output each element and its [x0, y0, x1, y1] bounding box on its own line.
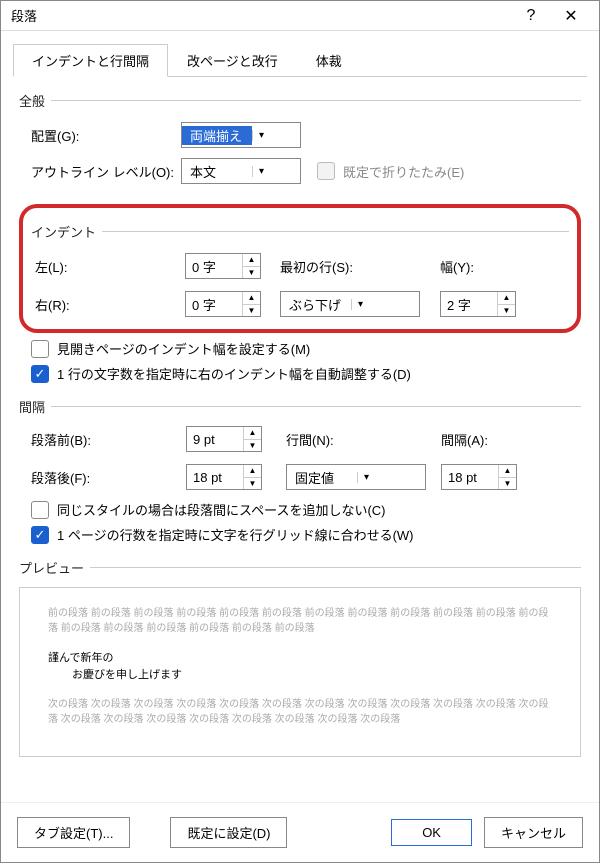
chevron-down-icon: ▾ [252, 166, 270, 177]
space-after-input[interactable] [187, 465, 243, 489]
group-general: 全般 配置(G): 両端揃え ▾ アウトライン レベル(O): 本文 ▾ 既定で… [19, 91, 581, 186]
spin-up-icon[interactable]: ▲ [244, 427, 261, 440]
outline-level-select[interactable]: 本文 ▾ [181, 158, 301, 184]
preview-sample-line2: お慶びを申し上げます [48, 667, 552, 684]
outline-level-label: アウトライン レベル(O): [31, 162, 181, 181]
spacing-at-input[interactable] [442, 465, 498, 489]
spin-up-icon[interactable]: ▲ [243, 254, 260, 267]
no-space-same-style-label: 同じスタイルの場合は段落間にスペースを追加しない(C) [57, 500, 386, 519]
spin-down-icon[interactable]: ▼ [243, 305, 260, 317]
collapse-label: 既定で折りたたみ(E) [343, 162, 464, 181]
tabs-button[interactable]: タブ設定(T)... [17, 817, 130, 848]
mirror-indent-checkbox[interactable] [31, 340, 49, 358]
divider [51, 406, 581, 407]
close-button[interactable]: ✕ [551, 6, 591, 26]
ok-button[interactable]: OK [391, 819, 472, 846]
indent-left-spinner[interactable]: ▲▼ [185, 253, 261, 279]
spacing-at-spinner[interactable]: ▲▼ [441, 464, 517, 490]
indent-right-spinner[interactable]: ▲▼ [185, 291, 261, 317]
paragraph-dialog: 段落 ? ✕ インデントと行間隔 改ページと改行 体裁 全般 配置(G): 両端… [0, 0, 600, 863]
dialog-title: 段落 [11, 6, 511, 25]
preview-box: 前の段落 前の段落 前の段落 前の段落 前の段落 前の段落 前の段落 前の段落 … [19, 587, 581, 757]
spin-down-icon[interactable]: ▼ [244, 478, 261, 490]
chevron-down-icon: ▾ [252, 130, 270, 141]
group-indent-title: インデント [31, 222, 96, 241]
snap-grid-checkbox[interactable]: ✓ [31, 526, 49, 544]
divider [51, 100, 581, 101]
indent-right-label: 右(R): [35, 295, 185, 314]
space-after-spinner[interactable]: ▲▼ [186, 464, 262, 490]
content-area: 全般 配置(G): 両端揃え ▾ アウトライン レベル(O): 本文 ▾ 既定で… [1, 77, 599, 802]
by-label: 幅(Y): [440, 257, 525, 276]
no-space-same-style-checkbox[interactable] [31, 501, 49, 519]
set-default-button[interactable]: 既定に設定(D) [170, 817, 287, 848]
snap-grid-label: 1 ページの行数を指定時に文字を行グリッド線に合わせる(W) [57, 525, 414, 544]
spin-up-icon[interactable]: ▲ [498, 292, 515, 305]
spin-up-icon[interactable]: ▲ [244, 465, 261, 478]
spin-down-icon[interactable]: ▼ [498, 305, 515, 317]
mirror-indent-label: 見開きページのインデント幅を設定する(M) [57, 339, 310, 358]
titlebar: 段落 ? ✕ [1, 1, 599, 31]
space-before-spinner[interactable]: ▲▼ [186, 426, 262, 452]
first-line-select[interactable]: ぶら下げ ▾ [280, 291, 420, 317]
indent-by-spinner[interactable]: ▲▼ [440, 291, 516, 317]
alignment-label: 配置(G): [31, 126, 181, 145]
dialog-footer: タブ設定(T)... 既定に設定(D) OK キャンセル [1, 802, 599, 862]
group-preview-title: プレビュー [19, 558, 84, 577]
spacing-at-label: 間隔(A): [441, 430, 531, 449]
tab-strip: インデントと行間隔 改ページと改行 体裁 [13, 43, 587, 77]
spin-up-icon[interactable]: ▲ [499, 465, 516, 478]
space-after-label: 段落後(F): [31, 468, 186, 487]
chevron-down-icon: ▾ [357, 472, 375, 483]
group-indent-highlight: インデント 左(L): ▲▼ 最初の行(S): 幅(Y): 右(R): [19, 204, 581, 333]
divider [90, 567, 581, 568]
spin-up-icon[interactable]: ▲ [243, 292, 260, 305]
tab-asian-typography[interactable]: 体裁 [297, 44, 361, 77]
indent-by-input[interactable] [441, 292, 497, 316]
cancel-button[interactable]: キャンセル [484, 817, 583, 848]
preview-prev-text: 前の段落 前の段落 前の段落 前の段落 前の段落 前の段落 前の段落 前の段落 … [48, 606, 552, 636]
help-button[interactable]: ? [511, 7, 551, 25]
group-preview: プレビュー 前の段落 前の段落 前の段落 前の段落 前の段落 前の段落 前の段落… [19, 558, 581, 757]
group-spacing-title: 間隔 [19, 397, 45, 416]
first-line-label: 最初の行(S): [280, 257, 440, 276]
indent-left-label: 左(L): [35, 257, 185, 276]
spin-down-icon[interactable]: ▼ [244, 440, 261, 452]
divider [102, 231, 569, 232]
space-before-label: 段落前(B): [31, 430, 186, 449]
chevron-down-icon: ▾ [351, 299, 369, 310]
space-before-input[interactable] [187, 427, 243, 451]
group-general-title: 全般 [19, 91, 45, 110]
line-spacing-label: 行間(N): [286, 430, 441, 449]
line-spacing-select[interactable]: 固定値 ▾ [286, 464, 426, 490]
group-spacing: 間隔 段落前(B): ▲▼ 行間(N): 間隔(A): 段落後(F): [19, 397, 581, 544]
auto-adjust-indent-checkbox[interactable]: ✓ [31, 365, 49, 383]
tab-indent-spacing[interactable]: インデントと行間隔 [13, 44, 168, 77]
indent-right-input[interactable] [186, 292, 242, 316]
collapse-checkbox [317, 162, 335, 180]
indent-left-input[interactable] [186, 254, 242, 278]
spin-down-icon[interactable]: ▼ [499, 478, 516, 490]
spin-down-icon[interactable]: ▼ [243, 267, 260, 279]
tab-pagebreak[interactable]: 改ページと改行 [168, 44, 297, 77]
preview-sample: 謹んで新年の お慶びを申し上げます [48, 650, 552, 683]
alignment-select[interactable]: 両端揃え ▾ [181, 122, 301, 148]
auto-adjust-indent-label: 1 行の文字数を指定時に右のインデント幅を自動調整する(D) [57, 364, 411, 383]
preview-next-text: 次の段落 次の段落 次の段落 次の段落 次の段落 次の段落 次の段落 次の段落 … [48, 697, 552, 727]
preview-sample-line1: 謹んで新年の [48, 650, 552, 667]
